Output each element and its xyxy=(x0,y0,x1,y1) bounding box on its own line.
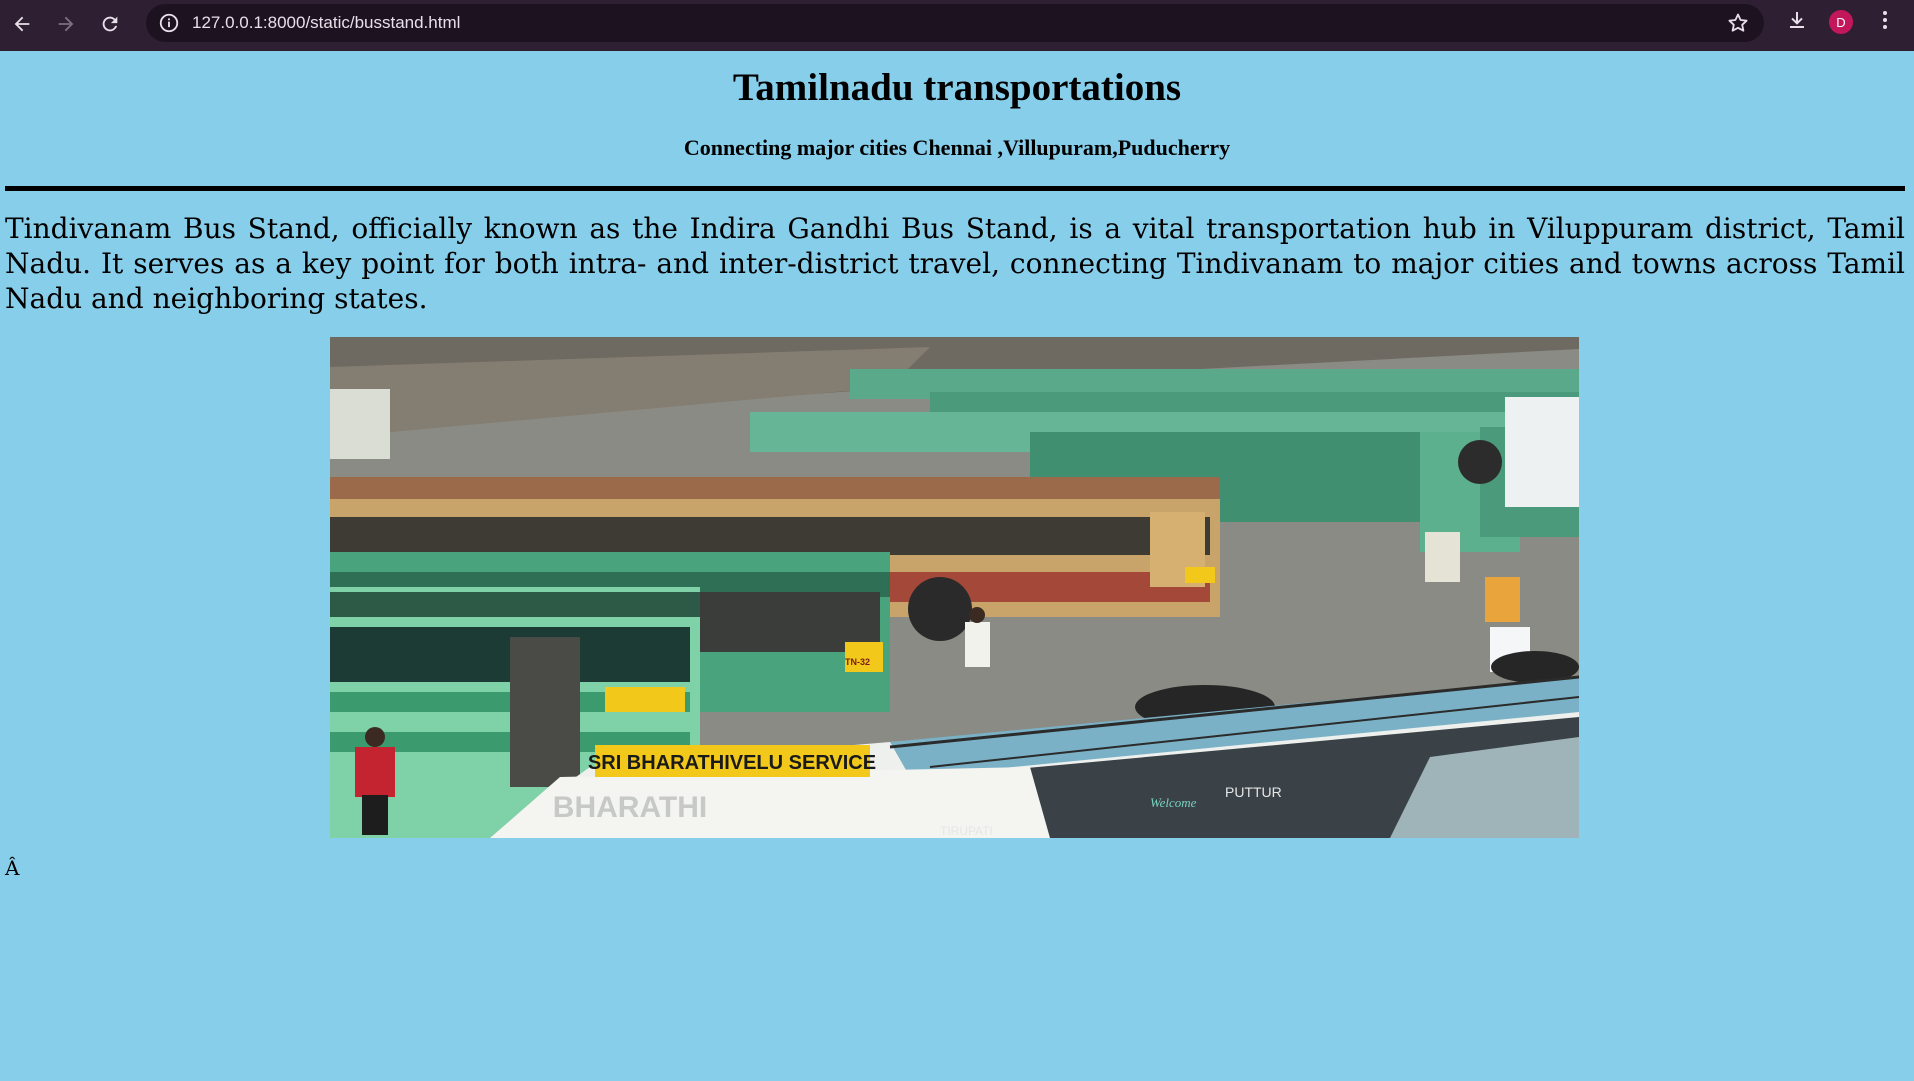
info-icon[interactable] xyxy=(158,12,180,34)
stray-character: Â xyxy=(5,856,20,880)
page-content: Tamilnadu transportations Connecting maj… xyxy=(0,51,1914,1081)
menu-button[interactable] xyxy=(1863,0,1907,44)
photo-route-text-1: PUTTUR xyxy=(1225,784,1282,800)
bus-stand-photo: SRI BHARATHIVELU SERVICE BHARATHI PUTTUR… xyxy=(330,337,1579,838)
back-button[interactable] xyxy=(0,4,44,48)
arrow-left-icon xyxy=(11,13,33,39)
browser-toolbar: 127.0.0.1:8000/static/busstand.html D xyxy=(0,0,1914,51)
photo-plate-text: TN-32 xyxy=(845,657,870,667)
photo-bus-side-text: BHARATHI xyxy=(553,791,707,824)
horizontal-rule xyxy=(5,186,1905,191)
download-icon xyxy=(1785,8,1809,36)
reload-button[interactable] xyxy=(88,4,132,48)
url-text[interactable]: 127.0.0.1:8000/static/busstand.html xyxy=(192,13,460,33)
star-icon[interactable] xyxy=(1726,11,1750,35)
arrow-right-icon xyxy=(55,13,77,39)
photo-route-text-3: Welcome xyxy=(1150,795,1197,810)
intro-paragraph: Tindivanam Bus Stand, officially known a… xyxy=(5,212,1905,315)
kebab-menu-icon xyxy=(1873,8,1897,36)
profile-button[interactable]: D xyxy=(1819,0,1863,44)
page-title: Tamilnadu transportations xyxy=(732,66,1182,109)
photo-route-text-2: TIRUPATI xyxy=(940,824,993,838)
reload-icon xyxy=(99,13,121,39)
photo-sign-text: SRI BHARATHIVELU SERVICE xyxy=(588,752,876,774)
page-subtitle: Connecting major cities Chennai ,Villupu… xyxy=(683,135,1231,160)
forward-button[interactable] xyxy=(44,4,88,48)
avatar: D xyxy=(1829,10,1853,34)
downloads-button[interactable] xyxy=(1775,0,1819,44)
address-bar[interactable]: 127.0.0.1:8000/static/busstand.html xyxy=(146,4,1764,42)
